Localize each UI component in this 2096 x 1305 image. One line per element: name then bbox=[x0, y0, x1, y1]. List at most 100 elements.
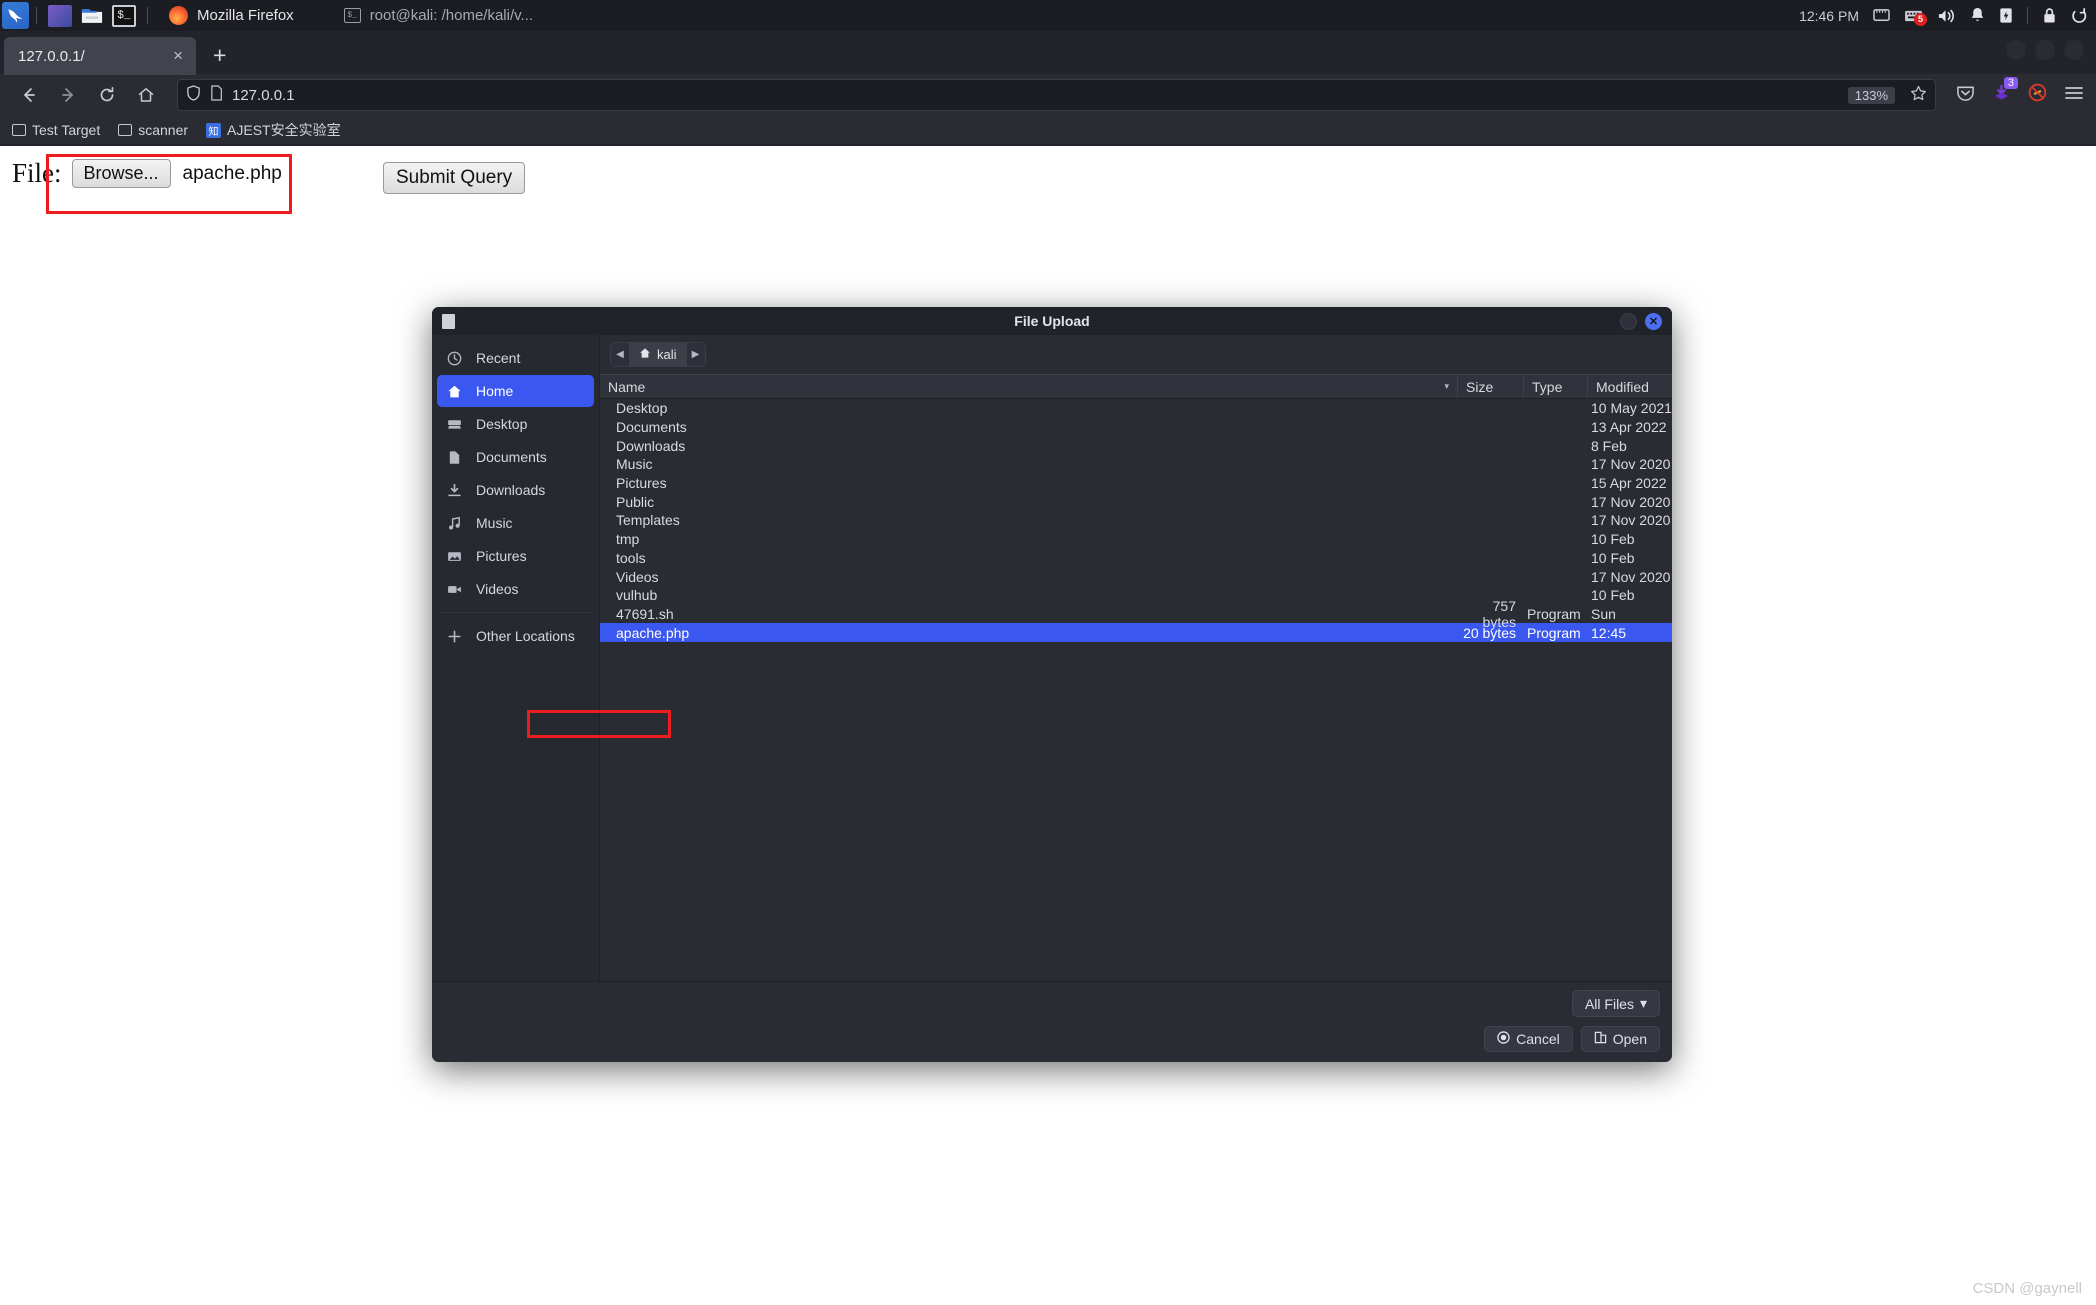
file-row[interactable]: Pictures 15 Apr 2022 bbox=[600, 474, 1672, 493]
new-tab-button[interactable]: + bbox=[213, 42, 226, 69]
breadcrumb-label: kali bbox=[657, 347, 677, 362]
kali-menu-icon[interactable] bbox=[2, 2, 29, 29]
file-manager-icon[interactable] bbox=[80, 5, 104, 27]
sidebar-item-downloads[interactable]: Downloads bbox=[437, 474, 594, 506]
file-list[interactable]: Desktop 10 May 2021 Documents 13 Apr 2022 Do… bbox=[600, 399, 1672, 981]
bookmark-label: Test Target bbox=[32, 122, 101, 138]
browser-tab[interactable]: 127.0.0.1/ × bbox=[4, 37, 196, 75]
sidebar-item-music[interactable]: Music bbox=[437, 507, 594, 539]
file-list-header: Name ▾ Size Type Modified bbox=[600, 374, 1672, 399]
forward-button[interactable] bbox=[51, 80, 85, 110]
file-input-highlight bbox=[46, 154, 292, 214]
file-row[interactable]: Videos 17 Nov 2020 bbox=[600, 567, 1672, 586]
column-header-type[interactable]: Type bbox=[1524, 375, 1588, 398]
file-name-cell: vulhub bbox=[600, 587, 1458, 603]
file-name-cell: Desktop bbox=[600, 400, 1458, 416]
taskbar-window-terminal[interactable]: $_ root@kali: /home/kali/v... bbox=[343, 7, 533, 24]
back-button[interactable] bbox=[12, 80, 46, 110]
url-text[interactable]: 127.0.0.1 bbox=[232, 87, 1839, 104]
reload-button[interactable] bbox=[90, 80, 124, 110]
column-header-size[interactable]: Size bbox=[1458, 375, 1524, 398]
maximize-button[interactable] bbox=[2035, 40, 2055, 60]
keyboard-tray-icon[interactable]: 5 bbox=[1904, 9, 1927, 26]
tray-separator bbox=[2027, 7, 2028, 24]
file-name: Templates bbox=[616, 512, 680, 529]
clock[interactable]: 12:46 PM bbox=[1799, 8, 1859, 24]
close-icon[interactable]: ✕ bbox=[1645, 312, 1662, 330]
file-row[interactable]: Downloads 8 Feb bbox=[600, 436, 1672, 455]
bookmark-test-target[interactable]: Test Target bbox=[12, 122, 100, 138]
file-name: Public bbox=[616, 493, 655, 510]
dialog-titlebar[interactable]: File Upload ✕ bbox=[432, 307, 1672, 335]
display-settings-icon[interactable] bbox=[48, 4, 72, 27]
file-row[interactable]: Documents 13 Apr 2022 bbox=[600, 418, 1672, 437]
bookmark-star-icon[interactable] bbox=[1910, 85, 1927, 106]
file-row[interactable]: tmp 10 Feb bbox=[600, 530, 1672, 549]
notification-icon[interactable] bbox=[1970, 7, 1985, 24]
sidebar-divider bbox=[441, 612, 590, 613]
display-tray-icon[interactable] bbox=[1873, 8, 1890, 23]
sidebar-item-desktop[interactable]: Desktop bbox=[437, 408, 594, 440]
menu-icon[interactable] bbox=[2064, 85, 2084, 106]
file-modified: 8 Feb bbox=[1591, 437, 1627, 454]
sidebar-item-label: Other Locations bbox=[476, 628, 575, 644]
sidebar-item-label: Home bbox=[476, 383, 514, 399]
file-row[interactable]: Templates 17 Nov 2020 bbox=[600, 511, 1672, 530]
noscript-icon[interactable] bbox=[2028, 83, 2047, 107]
battery-icon[interactable] bbox=[1999, 7, 2013, 24]
sidebar-item-home[interactable]: Home bbox=[437, 375, 594, 407]
sidebar-item-other-locations[interactable]: Other Locations bbox=[437, 620, 594, 652]
file-row[interactable]: 47691.sh 757 bytes Program Sun bbox=[600, 598, 1672, 630]
places-sidebar: Recent Home Desktop Documents Downloads … bbox=[432, 335, 600, 981]
close-button[interactable] bbox=[2064, 40, 2084, 60]
minimize-button[interactable] bbox=[2006, 40, 2026, 60]
dialog-window-controls: ✕ bbox=[1620, 312, 1662, 330]
breadcrumb-kali[interactable]: kali bbox=[629, 343, 687, 366]
sidebar-item-documents[interactable]: Documents bbox=[437, 441, 594, 473]
home-button[interactable] bbox=[129, 80, 163, 110]
folder-icon bbox=[12, 124, 26, 136]
open-button-label: Open bbox=[1612, 1031, 1647, 1047]
terminal-icon[interactable]: $_ bbox=[112, 4, 136, 27]
file-row[interactable]: tools 10 Feb bbox=[600, 549, 1672, 568]
file-type-filter-dropdown[interactable]: All Files ▾ bbox=[1571, 990, 1660, 1017]
volume-icon[interactable] bbox=[1937, 8, 1956, 24]
file-row[interactable]: Music 17 Nov 2020 bbox=[600, 455, 1672, 474]
downloads-icon[interactable]: 3 bbox=[1992, 76, 2018, 107]
column-header-modified[interactable]: Modified bbox=[1588, 375, 1672, 398]
file-row[interactable]: Public 17 Nov 2020 bbox=[600, 492, 1672, 511]
cancel-icon bbox=[1497, 1031, 1510, 1047]
logout-icon[interactable] bbox=[2071, 7, 2088, 24]
pocket-icon[interactable] bbox=[1956, 84, 1975, 107]
sidebar-item-videos[interactable]: Videos bbox=[437, 573, 594, 605]
file-row[interactable]: apache.php 20 bytes Program 12:45 bbox=[600, 623, 1672, 642]
cancel-button[interactable]: Cancel bbox=[1484, 1026, 1573, 1052]
file-upload-dialog: File Upload ✕ Recent Home Desktop Docume… bbox=[432, 307, 1672, 1062]
address-bar[interactable]: 127.0.0.1 133% bbox=[177, 79, 1936, 111]
column-header-name[interactable]: Name ▾ bbox=[600, 375, 1458, 398]
sidebar-item-recent[interactable]: Recent bbox=[437, 342, 594, 374]
file-modified: 10 May 2021 bbox=[1591, 400, 1672, 417]
plus-icon bbox=[446, 629, 463, 644]
bookmark-scanner[interactable]: scanner bbox=[118, 122, 188, 138]
bookmark-ajest[interactable]: 知 AJEST安全实验室 bbox=[206, 120, 341, 140]
firefox-icon bbox=[169, 6, 188, 25]
file-row[interactable]: Desktop 10 May 2021 bbox=[600, 399, 1672, 418]
zoom-level-indicator[interactable]: 133% bbox=[1847, 86, 1895, 104]
file-name: Documents bbox=[616, 419, 687, 436]
close-icon[interactable]: × bbox=[170, 46, 186, 66]
page-info-icon[interactable] bbox=[210, 85, 223, 105]
window-controls bbox=[2006, 40, 2084, 60]
desktop-icon bbox=[446, 417, 463, 432]
home-icon bbox=[446, 384, 463, 399]
submit-query-button[interactable]: Submit Query bbox=[383, 162, 526, 194]
path-prev-button[interactable]: ◀ bbox=[611, 343, 629, 366]
taskbar-window-firefox[interactable]: Mozilla Firefox bbox=[169, 6, 294, 25]
lock-icon[interactable] bbox=[2042, 7, 2057, 24]
shield-icon[interactable] bbox=[186, 85, 201, 105]
sidebar-item-pictures[interactable]: Pictures bbox=[437, 540, 594, 572]
open-button[interactable]: Open bbox=[1580, 1026, 1660, 1052]
minimize-icon[interactable] bbox=[1620, 312, 1637, 330]
path-next-button[interactable]: ▶ bbox=[686, 343, 705, 366]
file-modified: 10 Feb bbox=[1591, 531, 1635, 548]
